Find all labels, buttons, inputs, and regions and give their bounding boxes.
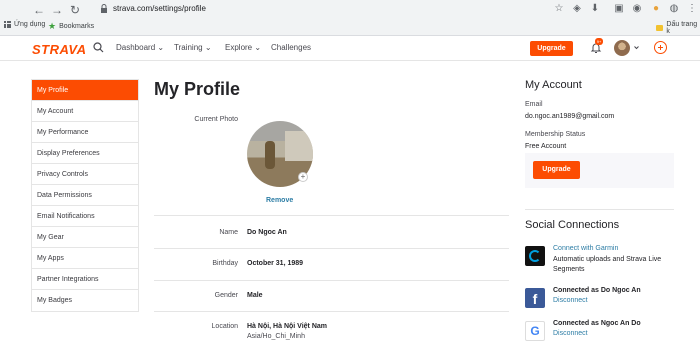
- strava-logo[interactable]: STRAVA: [32, 42, 87, 57]
- edit-photo-icon[interactable]: +: [298, 172, 308, 182]
- nav-training-label: Training: [174, 43, 203, 52]
- garmin-icon: [525, 246, 545, 266]
- bookmarks-bookmark[interactable]: ★ Bookmarks: [48, 21, 94, 32]
- remove-photo-link[interactable]: Remove: [266, 197, 293, 204]
- facebook-disconnect-link[interactable]: Disconnect: [553, 297, 588, 304]
- birthday-value[interactable]: October 31, 1989: [247, 260, 303, 267]
- nav-explore[interactable]: Explore ⌄: [225, 43, 261, 52]
- avatar[interactable]: [614, 40, 630, 56]
- location-value[interactable]: Hà Nội, Hà Nội Việt Nam: [247, 323, 327, 330]
- other-bookmarks[interactable]: Dấu trang k: [656, 21, 700, 35]
- sidebar-item-my-apps[interactable]: My Apps: [32, 248, 138, 269]
- email-label: Email: [525, 101, 543, 108]
- divider: [154, 280, 509, 281]
- my-account-title: My Account: [525, 79, 582, 91]
- social-connections-title: Social Connections: [525, 219, 620, 231]
- browser-chrome: ← → ↻ strava.com/settings/profile ☆ ◈ ⬇ …: [0, 0, 700, 36]
- shield-extension-icon[interactable]: ◈: [571, 3, 583, 15]
- forward-icon[interactable]: →: [50, 3, 64, 17]
- connect-garmin-link[interactable]: Connect with Garmin: [553, 245, 618, 252]
- facebook-connected-text: Connected as Do Ngoc An: [553, 287, 641, 294]
- site-header: STRAVA Dashboard ⌄ Training ⌄ Explore ⌄ …: [0, 36, 700, 61]
- google-icon: G: [525, 321, 545, 341]
- divider: [154, 215, 509, 216]
- folder-icon: [656, 25, 664, 31]
- garmin-description: Automatic uploads and Strava Live: [553, 256, 662, 263]
- profile-icon[interactable]: ◍: [668, 3, 680, 15]
- garmin-ring-icon: [529, 250, 541, 262]
- google-disconnect-link[interactable]: Disconnect: [553, 330, 588, 337]
- photo-figure: [265, 141, 275, 169]
- url-text: strava.com/settings/profile: [113, 4, 206, 13]
- apps-bookmark[interactable]: Ứng dụng: [4, 21, 45, 28]
- upgrade-button-header[interactable]: Upgrade: [530, 41, 573, 56]
- sidebar-item-privacy-controls[interactable]: Privacy Controls: [32, 164, 138, 185]
- divider: [154, 311, 509, 312]
- email-value: do.ngoc.an1989@gmail.com: [525, 113, 615, 120]
- extension-icon-3[interactable]: ●: [650, 3, 662, 15]
- sidebar-item-my-gear[interactable]: My Gear: [32, 227, 138, 248]
- divider: [154, 248, 509, 249]
- bookmarks-bar: Ứng dụng ★ Bookmarks Dấu trang k: [0, 19, 700, 35]
- nav-dashboard[interactable]: Dashboard ⌄: [116, 43, 164, 52]
- nav-dashboard-label: Dashboard: [116, 43, 156, 52]
- page-title: My Profile: [154, 79, 241, 99]
- sidebar-item-partner-integrations[interactable]: Partner Integrations: [32, 269, 138, 290]
- other-bookmarks-label: Dấu trang k: [666, 21, 698, 35]
- chevron-down-icon: ⌄: [254, 43, 262, 52]
- facebook-icon: f: [525, 288, 545, 308]
- upgrade-button[interactable]: Upgrade: [533, 161, 580, 179]
- sidebar-item-email-notifications[interactable]: Email Notifications: [32, 206, 138, 227]
- garmin-description-2: Segments: [553, 266, 585, 273]
- menu-dots-icon[interactable]: ⋮: [686, 3, 698, 15]
- current-photo-label: Current Photo: [194, 116, 238, 123]
- nav-explore-label: Explore: [225, 43, 253, 52]
- reload-icon[interactable]: ↻: [68, 3, 82, 17]
- gender-label: Gender: [214, 292, 238, 299]
- extension-icon[interactable]: ▣: [613, 3, 625, 15]
- chevron-down-icon: ⌄: [157, 43, 165, 52]
- nav-training[interactable]: Training ⌄: [174, 43, 212, 52]
- nav-challenges[interactable]: Challenges: [271, 43, 311, 52]
- gender-value[interactable]: Male: [247, 292, 263, 299]
- chevron-down-icon: ⌄: [204, 43, 212, 52]
- apps-grid-icon: [4, 21, 11, 28]
- download-extension-icon[interactable]: ⬇: [589, 3, 601, 15]
- membership-label: Membership Status: [525, 131, 586, 138]
- name-value[interactable]: Do Ngoc An: [247, 229, 287, 236]
- photo-building: [285, 131, 313, 161]
- birthday-label: Birthday: [212, 260, 238, 267]
- name-label: Name: [219, 229, 238, 236]
- notification-badge: 9+: [595, 38, 603, 45]
- sidebar-item-my-badges[interactable]: My Badges: [32, 290, 138, 311]
- sidebar-item-display-preferences[interactable]: Display Preferences: [32, 143, 138, 164]
- settings-sidebar: My Profile My Account My Performance Dis…: [31, 79, 139, 312]
- divider: [525, 209, 674, 210]
- google-connected-text: Connected as Ngoc An Do: [553, 320, 641, 327]
- extension-icon-2[interactable]: ◉: [631, 3, 643, 15]
- back-icon[interactable]: ←: [32, 3, 46, 17]
- timezone-value: Asia/Ho_Chi_Minh: [247, 333, 305, 340]
- bookmark-star-icon[interactable]: ☆: [553, 3, 565, 15]
- sidebar-item-my-profile[interactable]: My Profile: [32, 80, 138, 101]
- sidebar-item-my-account[interactable]: My Account: [32, 101, 138, 122]
- apps-label: Ứng dụng: [14, 21, 46, 28]
- location-label: Location: [211, 323, 238, 330]
- membership-value: Free Account: [525, 143, 567, 150]
- chevron-down-icon[interactable]: [634, 45, 639, 50]
- sidebar-item-my-performance[interactable]: My Performance: [32, 122, 138, 143]
- sidebar-item-data-permissions[interactable]: Data Permissions: [32, 185, 138, 206]
- star-icon: ★: [48, 21, 57, 31]
- lock-icon: [101, 4, 107, 13]
- bookmarks-label: Bookmarks: [59, 23, 95, 30]
- add-icon[interactable]: [654, 41, 667, 54]
- address-bar[interactable]: strava.com/settings/profile: [100, 2, 605, 18]
- search-icon[interactable]: [93, 42, 104, 53]
